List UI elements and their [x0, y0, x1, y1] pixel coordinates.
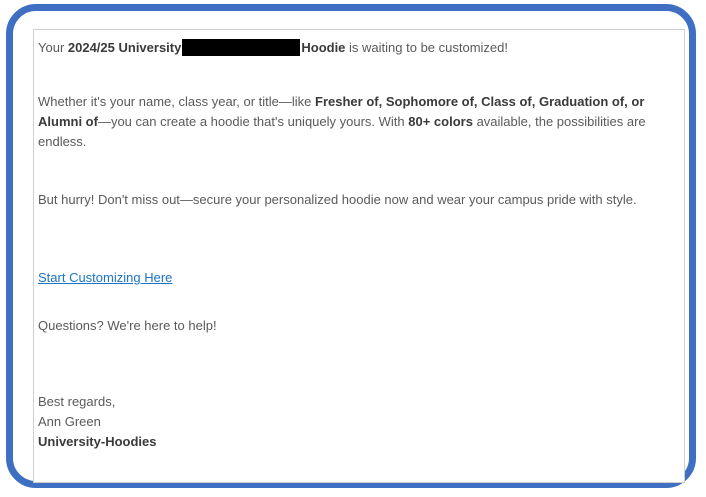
product-year-text: 2024/25 University	[67, 40, 182, 55]
signature-company: University-Hoodies	[38, 434, 157, 449]
signature-closing: Best regards,	[38, 394, 116, 409]
intro-paragraph: Your 2024/25 University Hoodie is waiting…	[38, 38, 668, 58]
signature-name: Ann Green	[38, 414, 101, 429]
options-paragraph: Whether it's your name, class year, or t…	[38, 92, 668, 152]
signature: Best regards, Ann Green University-Hoodi…	[38, 392, 668, 452]
urgency-paragraph: But hurry! Don't miss out—secure your pe…	[38, 192, 637, 207]
colors-count-text: 80+ colors	[408, 114, 473, 129]
options-text-a: Whether it's your name, class year, or t…	[38, 94, 316, 109]
options-text-b: —you can create a hoodie that's uniquely…	[97, 114, 409, 129]
start-customizing-link[interactable]: Start Customizing Here	[38, 270, 172, 285]
product-hoodie-text: Hoodie	[301, 40, 346, 55]
intro-suffix: is waiting to be customized!	[345, 40, 508, 55]
cta-paragraph: Start Customizing Here	[38, 268, 668, 288]
intro-prefix: Your	[38, 40, 68, 55]
redacted-block	[182, 39, 301, 56]
questions-paragraph: Questions? We're here to help!	[38, 318, 217, 333]
